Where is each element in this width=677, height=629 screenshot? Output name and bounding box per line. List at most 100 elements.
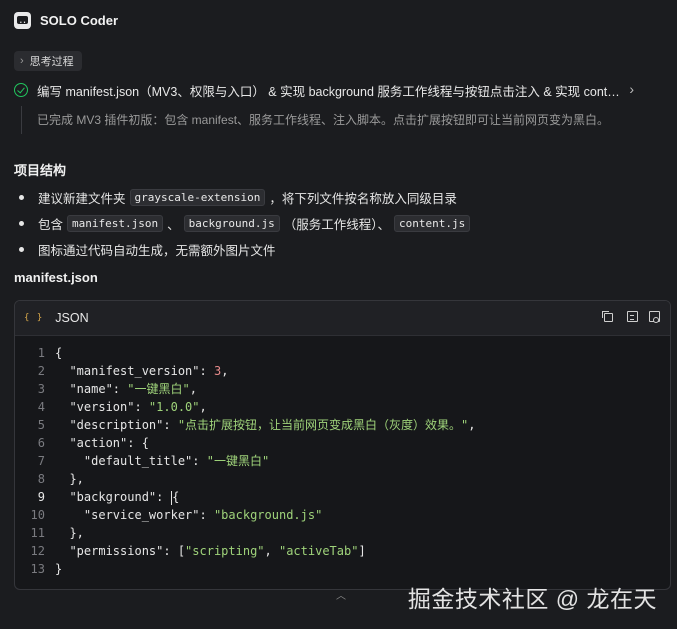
code-text: } — [55, 560, 62, 578]
line-number: 7 — [37, 454, 45, 468]
code-token: , — [468, 418, 476, 432]
task-note-divider — [21, 106, 22, 134]
apply-icon[interactable] — [649, 311, 660, 323]
chevron-right-icon: › — [20, 55, 24, 67]
code-text: "description": "点击扩展按钮，让当前网页变成黑白（灰度）效果。"… — [55, 416, 476, 434]
bullet-dot — [19, 246, 24, 252]
bullet-text: 图标通过代码自动生成，无需额外图片文件 — [38, 243, 276, 258]
code-token: "service_worker": — [55, 508, 214, 522]
code-line: 11 }, — [15, 524, 476, 542]
list-item: 包含 manifest.json 、 background.js （服务工作线程… — [14, 210, 474, 236]
code-token: "permissions": [ — [55, 544, 186, 558]
line-number: 1 — [37, 346, 45, 360]
copy-icon[interactable] — [602, 311, 613, 322]
line-number: 10 — [30, 508, 45, 522]
line-number: 3 — [37, 382, 45, 396]
code-text: }, — [55, 524, 83, 542]
code-token: "version": — [55, 400, 149, 414]
section-title-manifest: manifest.json — [14, 270, 98, 285]
structure-list: 建议新建文件夹 grayscale-extension ，将下列文件按名称放入同… — [14, 184, 474, 262]
code-line: 4 "version": "1.0.0", — [15, 398, 476, 416]
inline-code: content.js — [393, 214, 471, 232]
bullet-text: （服务工作线程）、 — [283, 217, 390, 232]
line-number: 5 — [37, 418, 45, 432]
code-text: "version": "1.0.0", — [55, 398, 207, 416]
code-token: "description": — [55, 418, 178, 432]
braces-icon: { } — [24, 313, 44, 323]
code-text: }, — [55, 470, 83, 488]
code-line: 6 "action": { — [15, 434, 476, 452]
code-token: "一键黑白" — [206, 454, 270, 468]
code-token: , — [264, 544, 279, 558]
code-line: 3 "name": "一键黑白", — [15, 380, 476, 398]
code-token: "一键黑白" — [127, 382, 190, 396]
code-token: "name": — [55, 382, 128, 396]
code-line: 9 "background": { — [15, 488, 476, 506]
task-note: 已完成 MV3 插件初版：包含 manifest、服务工作线程、注入脚本。点击扩… — [37, 113, 610, 127]
code-token: "activeTab" — [278, 544, 359, 558]
code-line: 5 "description": "点击扩展按钮，让当前网页变成黑白（灰度）效果… — [15, 416, 476, 434]
code-content[interactable]: 1{2 "manifest_version": 3, 3 "name": "一键黑… — [15, 344, 476, 578]
code-text: "default_title": "一键黑白" — [55, 452, 269, 470]
code-text: "background": { — [55, 488, 179, 506]
code-line: 13} — [15, 560, 476, 578]
code-line: 8 }, — [15, 470, 476, 488]
task-title: 编写 manifest.json（MV3、权限与入口） & 实现 backgro… — [37, 84, 622, 99]
task-row[interactable]: 编写 manifest.json（MV3、权限与入口） & 实现 backgro… — [14, 80, 664, 100]
code-line: 1{ — [15, 344, 476, 362]
code-language: JSON — [55, 311, 89, 325]
code-text: "action": { — [55, 434, 148, 452]
thinking-toggle[interactable]: › 思考过程 — [14, 51, 82, 71]
bullet-text: 建议新建文件夹 — [38, 191, 126, 206]
solo-app-icon — [14, 11, 31, 29]
code-token: , — [199, 400, 207, 414]
code-text: "permissions": ["scripting", "activeTab"… — [55, 542, 366, 560]
app-title: SOLO Coder — [40, 12, 119, 28]
code-text: { — [55, 344, 62, 362]
code-block-header: { } JSON — [15, 301, 670, 336]
code-line: 2 "manifest_version": 3, — [15, 362, 476, 380]
code-text: "service_worker": "background.js" — [55, 506, 322, 524]
line-number: 13 — [30, 562, 45, 576]
code-text: "name": "一键黑白", — [55, 380, 197, 398]
code-line: 7 "default_title": "一键黑白" — [15, 452, 476, 470]
app-header: SOLO Coder — [14, 9, 118, 31]
bullet-dot — [19, 220, 24, 226]
inline-code: grayscale-extension — [129, 188, 266, 206]
bullet-text: 、 — [167, 217, 180, 232]
code-line: 10 "service_worker": "background.js" — [15, 506, 476, 524]
insert-icon[interactable] — [627, 311, 638, 322]
code-line: 12 "permissions": ["scripting", "activeT… — [15, 542, 476, 560]
chevron-up-icon[interactable]: ︿ — [336, 587, 346, 602]
section-title-structure: 项目结构 — [14, 163, 67, 178]
watermark: 掘金技术社区 @ 龙在天 — [407, 586, 657, 612]
line-number: 6 — [37, 436, 45, 450]
line-number: 11 — [30, 526, 45, 540]
code-token: "1.0.0" — [148, 400, 200, 414]
line-number: 8 — [37, 472, 45, 486]
bullet-text: 包含 — [38, 217, 64, 232]
code-token: "scripting" — [185, 544, 265, 558]
thinking-label: 思考过程 — [29, 56, 74, 68]
code-token: , — [221, 364, 229, 378]
code-token: "manifest_version": — [55, 364, 214, 378]
line-number: 2 — [37, 364, 45, 378]
code-token: { — [172, 490, 180, 504]
list-item: 建议新建文件夹 grayscale-extension ，将下列文件按名称放入同… — [14, 184, 474, 210]
code-token: "background.js" — [213, 508, 323, 522]
code-token: { — [55, 346, 63, 360]
line-number: 9 — [37, 490, 45, 504]
inline-code: background.js — [183, 214, 280, 232]
code-text: "manifest_version": 3, — [55, 362, 228, 380]
line-number: 4 — [37, 400, 45, 414]
bullet-dot — [19, 194, 24, 200]
code-token: } — [55, 562, 63, 576]
inline-code: manifest.json — [67, 214, 164, 232]
code-block: { } JSON 1{2 "manifest_version": 3, 3 "na… — [14, 300, 671, 590]
chevron-right-icon[interactable]: › — [629, 81, 634, 97]
code-token: "background": — [55, 490, 171, 504]
check-circle-icon — [14, 83, 28, 97]
code-token: ] — [358, 544, 366, 558]
bullet-text: ，将下列文件按名称放入同级目录 — [269, 191, 457, 206]
code-token: , — [189, 382, 197, 396]
